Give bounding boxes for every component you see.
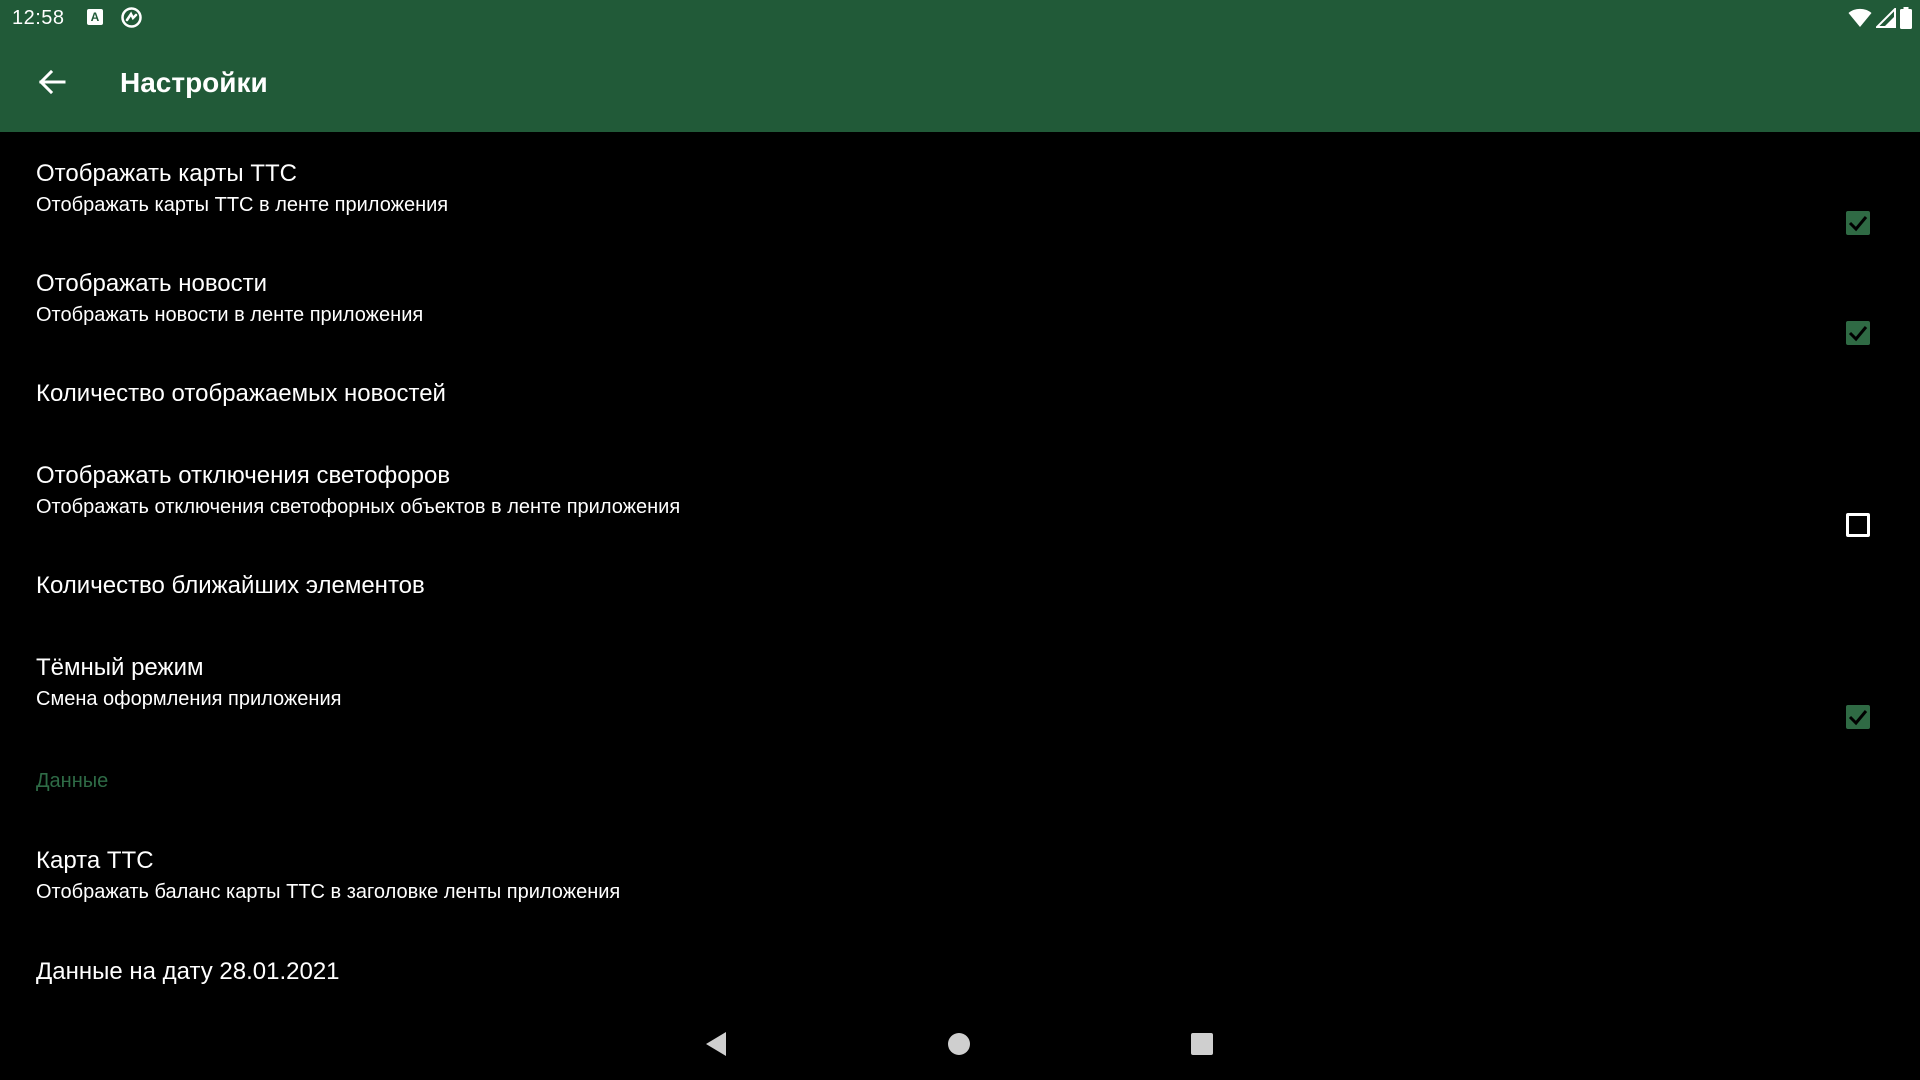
- pref-title: Отображать новости: [36, 270, 268, 297]
- back-button[interactable]: [30, 62, 74, 106]
- checkmark-icon: [1848, 216, 1868, 232]
- recents-square-icon: [1190, 1032, 1214, 1061]
- pref-summary: Отображать отключения светофорных объект…: [36, 496, 681, 518]
- show-tts-cards-checkbox[interactable]: [1846, 211, 1870, 235]
- pref-summary: Отображать новости в ленте приложения: [36, 304, 424, 326]
- wifi-icon: [1848, 8, 1872, 33]
- status-bar: 12:58 A: [0, 0, 1920, 36]
- pref-nearby-count[interactable]: Количество ближайших элементов: [0, 572, 1920, 652]
- pref-dark-mode[interactable]: Тёмный режим Смена оформления приложения: [0, 654, 1920, 764]
- text-notification-icon: A: [87, 9, 103, 25]
- pref-show-traffic-light-outages[interactable]: Отображать отключения светофоров Отображ…: [0, 462, 1920, 572]
- pref-data-date[interactable]: Данные на дату 28.01.2021: [0, 958, 1920, 1012]
- pref-news-count[interactable]: Количество отображаемых новостей: [0, 380, 1920, 460]
- pref-title: Отображать карты ТТС: [36, 160, 297, 187]
- dark-mode-checkbox[interactable]: [1846, 705, 1870, 729]
- pref-summary: Смена оформления приложения: [36, 688, 342, 710]
- category-data-title: Данные: [36, 770, 109, 792]
- arrow-back-icon: [38, 68, 66, 101]
- signal-icon: [1874, 6, 1896, 33]
- page-title: Настройки: [120, 67, 268, 98]
- pref-title: Тёмный режим: [36, 654, 204, 681]
- pref-title: Карта ТТС: [36, 847, 154, 874]
- pref-show-tts-cards[interactable]: Отображать карты ТТС Отображать карты ТТ…: [0, 160, 1920, 270]
- pref-title: Данные на дату 28.01.2021: [36, 958, 340, 985]
- pref-title: Количество ближайших элементов: [36, 572, 425, 599]
- pref-show-news[interactable]: Отображать новости Отображать новости в …: [0, 270, 1920, 380]
- nav-recents-button[interactable]: [1178, 1022, 1226, 1070]
- checkmark-icon: [1848, 326, 1868, 342]
- show-news-checkbox[interactable]: [1846, 321, 1870, 345]
- back-triangle-icon: [704, 1031, 728, 1062]
- status-right-icons: [1848, 6, 1912, 34]
- pref-title: Отображать отключения светофоров: [36, 462, 451, 489]
- status-time: 12:58: [12, 7, 65, 29]
- pref-summary: Отображать баланс карты ТТС в заголовке …: [36, 881, 621, 903]
- checkmark-icon: [1848, 710, 1868, 726]
- pref-summary: Отображать карты ТТС в ленте приложения: [36, 194, 449, 216]
- battery-icon: [1900, 7, 1912, 34]
- app-bar: Настройки: [0, 36, 1920, 132]
- settings-list: Отображать карты ТТС Отображать карты ТТ…: [0, 132, 1920, 1012]
- navigation-bar: [0, 1012, 1920, 1080]
- pref-tts-card[interactable]: Карта ТТС Отображать баланс карты ТТС в …: [0, 847, 1920, 957]
- nav-home-button[interactable]: [935, 1022, 983, 1070]
- home-circle-icon: [947, 1032, 971, 1061]
- pref-title: Количество отображаемых новостей: [36, 380, 446, 407]
- sync-icon: [120, 6, 143, 29]
- traffic-light-outages-checkbox[interactable]: [1846, 513, 1870, 537]
- nav-back-button[interactable]: [692, 1022, 740, 1070]
